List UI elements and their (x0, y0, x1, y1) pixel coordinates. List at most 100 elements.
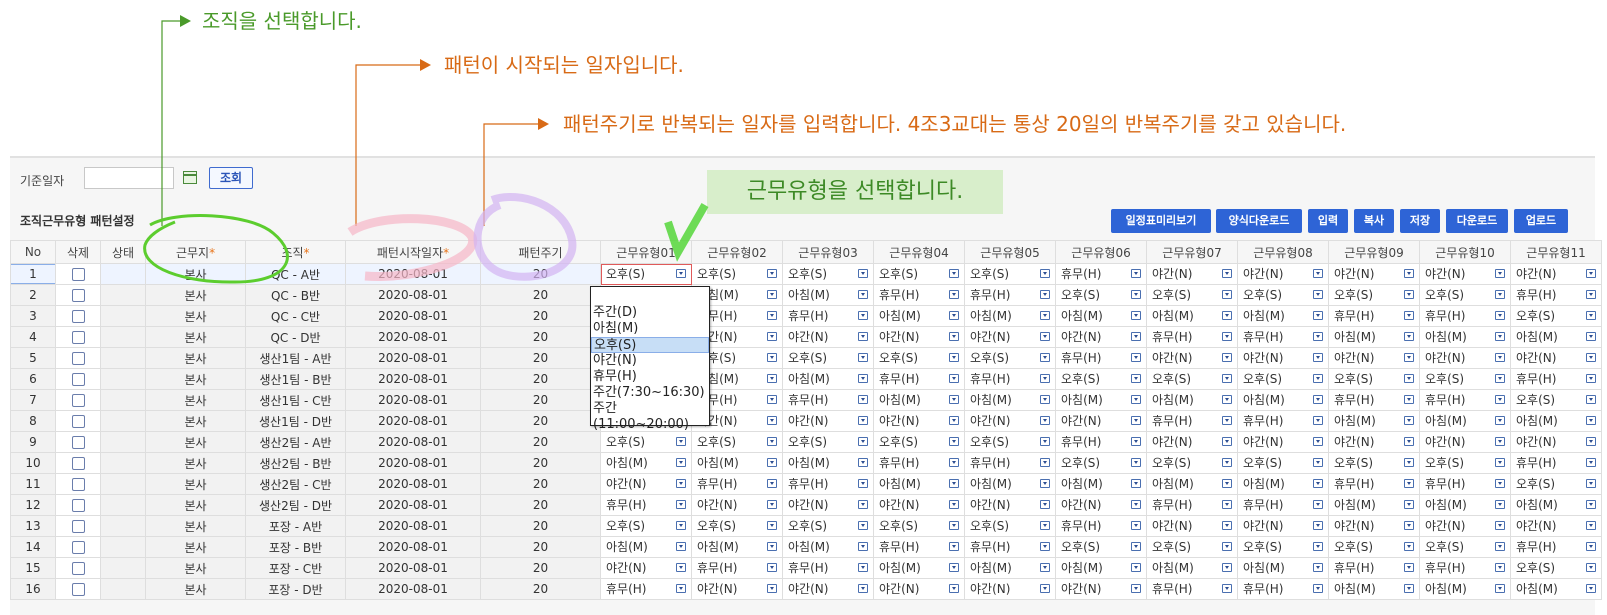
cell-work-type[interactable]: 오후(S) (1055, 368, 1147, 390)
work-type-select[interactable]: 오후(S) (1512, 307, 1601, 326)
work-type-select[interactable]: 휴무(H) (1239, 328, 1328, 347)
work-type-select[interactable]: 휴무(H) (1512, 454, 1601, 473)
table-row[interactable]: 6본사생산1팀 - B반2020-08-0120아침(M)아침(M)아침(M)휴… (10, 368, 1602, 390)
dropdown-arrow-icon[interactable] (1404, 584, 1414, 593)
work-type-select[interactable]: 휴무(H) (1057, 349, 1146, 368)
cell-work-type[interactable]: 휴무(H) (1237, 494, 1329, 516)
work-type-select[interactable]: 오후(S) (1057, 286, 1146, 305)
cell-work-type[interactable]: 야간(N) (1146, 347, 1238, 369)
work-type-select[interactable]: 휴무(H) (602, 496, 691, 515)
work-type-select[interactable]: 야간(N) (693, 496, 782, 515)
table-row[interactable]: 10 본사 생산2팀 - B반 2020-08-01 20 아침(M) 아침(M) 아침(M)… (10, 452, 1602, 474)
cell-work-type[interactable]: 휴무(H) (1328, 557, 1420, 579)
dropdown-arrow-icon[interactable] (1131, 458, 1141, 467)
work-type-select[interactable]: 휴무(H) (1421, 307, 1510, 326)
dropdown-arrow-icon[interactable] (858, 395, 868, 404)
work-type-select[interactable]: 휴무(H) (1057, 517, 1146, 536)
cell-work-type[interactable]: 휴무(H) (1419, 389, 1511, 411)
cell-work-type[interactable]: 아침(M) (873, 305, 965, 327)
work-type-select[interactable]: 야간(N) (1421, 349, 1510, 368)
cell-work-type[interactable]: 아침(M) (964, 389, 1056, 411)
dropdown-arrow-icon[interactable] (1313, 521, 1323, 530)
dropdown-arrow-icon[interactable] (1313, 500, 1323, 509)
work-type-select[interactable]: 아침(M) (784, 454, 873, 473)
cell-work-type[interactable]: 야간(N) (1328, 347, 1420, 369)
work-type-select[interactable]: 야간(N) (1239, 517, 1328, 536)
work-type-select[interactable]: 야간(N) (1512, 517, 1601, 536)
cell-work-type[interactable]: 오후(S) (1146, 284, 1238, 306)
cell-work-type[interactable]: 오후(S) (964, 263, 1056, 285)
cell-work-type[interactable]: 휴무(H) (1146, 578, 1238, 600)
work-type-select[interactable]: 아침(M) (1239, 475, 1328, 494)
work-type-select[interactable]: 아침(M) (1330, 412, 1419, 431)
dropdown-arrow-icon[interactable] (1313, 584, 1323, 593)
dropdown-arrow-icon[interactable] (949, 521, 959, 530)
work-type-select[interactable]: 야간(N) (966, 496, 1055, 515)
dropdown-arrow-icon[interactable] (1040, 332, 1050, 341)
work-type-select[interactable]: 휴무(H) (1057, 433, 1146, 452)
dropdown-arrow-icon[interactable] (1040, 290, 1050, 299)
work-type-select[interactable]: 아침(M) (1057, 475, 1146, 494)
work-type-select[interactable]: 아침(M) (1421, 496, 1510, 515)
work-type-select[interactable]: 야간(N) (784, 496, 873, 515)
work-type-select[interactable]: 휴무(H) (966, 370, 1055, 389)
dropdown-arrow-icon[interactable] (767, 563, 777, 572)
dropdown-arrow-icon[interactable] (1313, 563, 1323, 572)
work-type-select[interactable]: 아침(M) (875, 475, 964, 494)
cell-work-type[interactable]: 야간(N) (1237, 263, 1329, 285)
dropdown-arrow-icon[interactable] (767, 479, 777, 488)
delete-checkbox[interactable] (71, 415, 85, 428)
cell-work-type[interactable]: 오후(S) (1055, 284, 1147, 306)
cell-work-type[interactable]: 휴무(H) (1146, 326, 1238, 348)
cell-work-type[interactable]: 야간(N) (691, 494, 783, 516)
dropdown-arrow-icon[interactable] (1222, 395, 1232, 404)
dropdown-arrow-icon[interactable] (1131, 269, 1141, 278)
dropdown-arrow-icon[interactable] (1586, 332, 1596, 341)
work-type-select[interactable]: 야간(N) (1057, 328, 1146, 347)
work-type-select[interactable]: 휴무(H) (1512, 538, 1601, 557)
work-type-select[interactable]: 휴무(H) (1330, 391, 1419, 410)
dropdown-arrow-icon[interactable] (1495, 311, 1505, 320)
work-type-select[interactable]: 야간(N) (966, 580, 1055, 599)
work-type-select[interactable]: 오후(S) (1148, 286, 1237, 305)
cell-work-type[interactable]: 아침(M) (600, 452, 692, 474)
dropdown-arrow-icon[interactable] (1222, 458, 1232, 467)
dropdown-arrow-icon[interactable] (858, 542, 868, 551)
cell-work-type[interactable]: 오후(S) (1237, 536, 1329, 558)
work-type-select[interactable]: 오후(S) (693, 433, 782, 452)
work-type-select[interactable]: 휴무(H) (693, 559, 782, 578)
work-type-select[interactable]: 아침(M) (693, 538, 782, 557)
col-start-date[interactable]: 패턴시작일자* (345, 240, 481, 264)
dropdown-option[interactable]: 주간(D) (591, 305, 709, 321)
input-button[interactable]: 입력 (1308, 209, 1348, 233)
work-type-select[interactable]: 휴무(H) (1239, 580, 1328, 599)
dropdown-arrow-icon[interactable] (858, 458, 868, 467)
delete-checkbox[interactable] (71, 373, 85, 386)
cell-work-type[interactable]: 휴무(H) (1055, 515, 1147, 537)
date-input[interactable] (84, 167, 174, 189)
dropdown-arrow-icon[interactable] (949, 269, 959, 278)
dropdown-arrow-icon[interactable] (676, 500, 686, 509)
dropdown-arrow-icon[interactable] (949, 437, 959, 446)
cell-work-type[interactable]: 아침(M) (873, 473, 965, 495)
cell-work-type[interactable]: 아침(M) (782, 536, 874, 558)
work-type-select[interactable]: 오후(S) (966, 433, 1055, 452)
work-type-select[interactable]: 오후(S) (1239, 370, 1328, 389)
dropdown-option-selected[interactable]: 오후(S) (591, 337, 709, 353)
cell-work-type[interactable]: 아침(M) (1055, 557, 1147, 579)
work-type-select[interactable]: 야간(N) (1057, 580, 1146, 599)
cell-work-type[interactable]: 아침(M) (1510, 494, 1602, 516)
dropdown-arrow-icon[interactable] (676, 269, 686, 278)
template-download-button[interactable]: 양식다운로드 (1216, 209, 1302, 233)
work-type-select[interactable]: 야간(N) (966, 412, 1055, 431)
table-row[interactable]: 15 본사 포장 - C반 2020-08-01 20 야간(N) 휴무(H) 휴무(H) 아침… (10, 557, 1602, 579)
work-type-select[interactable]: 아침(M) (1148, 391, 1237, 410)
dropdown-arrow-icon[interactable] (1040, 563, 1050, 572)
work-type-dropdown-list[interactable]: 주간(D) 아침(M) 오후(S) 야간(N) 휴무(H) 주간(7:30~16… (590, 286, 710, 432)
work-type-select[interactable]: 아침(M) (1512, 412, 1601, 431)
cell-work-type[interactable]: 오후(S) (1146, 536, 1238, 558)
cell-work-type[interactable]: 오후(S) (691, 263, 783, 285)
cell-work-type[interactable]: 휴무(H) (1419, 557, 1511, 579)
table-row[interactable]: 2본사QC - B반2020-08-0120아침(M)아침(M)아침(M)휴무(… (10, 284, 1602, 306)
work-type-select[interactable]: 오후(S) (784, 517, 873, 536)
